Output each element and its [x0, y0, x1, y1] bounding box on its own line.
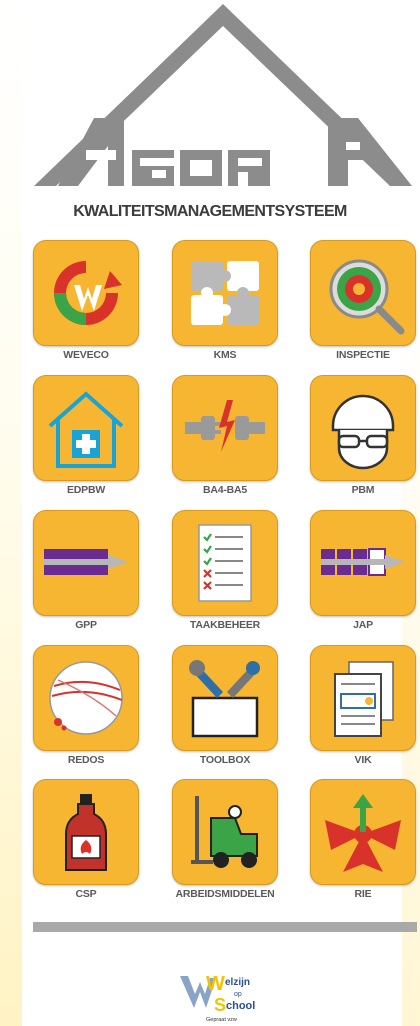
svg-text:S: S — [214, 995, 226, 1015]
system-subtitle: KWALITEITSMANAGEMENTSYSTEEM — [73, 203, 347, 220]
tile-jap[interactable]: JAP — [310, 510, 416, 631]
weveco-icon — [33, 240, 139, 346]
left-gradient-edge — [0, 0, 22, 1026]
chemical-bottle-icon — [33, 779, 139, 885]
tile-vik[interactable]: VIK — [310, 645, 416, 766]
welzijn-op-school-logo: W elzijn op S chool Gepraat vzw — [178, 968, 270, 1024]
tile-label: PBM — [351, 484, 375, 496]
house-medical-icon — [33, 375, 139, 481]
svg-text:Gepraat vzw: Gepraat vzw — [206, 1017, 237, 1023]
tile-redos[interactable]: REDOS — [33, 645, 139, 766]
segmented-arrow-icon — [310, 510, 416, 616]
tile-pbm[interactable]: PBM — [310, 375, 416, 496]
risk-arrows-icon — [310, 779, 416, 885]
tile-label: KMS — [213, 349, 237, 361]
tile-taakbeheer[interactable]: TAAKBEHEER — [172, 510, 278, 631]
tile-arbeidsmiddelen[interactable]: ARBEIDSMIDDELEN — [172, 779, 278, 900]
progress-arrow-icon — [33, 510, 139, 616]
tools-box-icon — [172, 645, 278, 751]
helmet-goggles-icon — [310, 375, 416, 481]
svg-text:W: W — [206, 973, 225, 995]
svg-text:elzijn: elzijn — [225, 977, 250, 988]
magnifier-target-icon — [310, 240, 416, 346]
agora-logo — [34, 4, 412, 186]
tile-label: CSP — [75, 888, 97, 900]
tile-label: ARBEIDSMIDDELEN — [175, 888, 275, 900]
tile-kms[interactable]: KMS — [172, 240, 278, 361]
tile-label: RIE — [354, 888, 372, 900]
footer-divider — [33, 922, 417, 932]
tile-label: JAP — [353, 619, 373, 631]
tile-label: TOOLBOX — [199, 754, 251, 766]
tile-label: BA4-BA5 — [202, 484, 248, 496]
tile-label: TAAKBEHEER — [189, 619, 261, 631]
tile-ba4-ba5[interactable]: BA4-BA5 — [172, 375, 278, 496]
tile-label: REDOS — [67, 754, 105, 766]
svg-text:op: op — [234, 991, 242, 998]
tile-weveco[interactable]: WEVECO — [33, 240, 139, 361]
tile-csp[interactable]: CSP — [33, 779, 139, 900]
tile-label: WEVECO — [63, 349, 109, 361]
tile-label: EDPBW — [66, 484, 106, 496]
tile-gpp[interactable]: GPP — [33, 510, 139, 631]
tile-toolbox[interactable]: TOOLBOX — [172, 645, 278, 766]
checklist-icon — [172, 510, 278, 616]
forklift-icon — [172, 779, 278, 885]
documents-icon — [310, 645, 416, 751]
tile-rie[interactable]: RIE — [310, 779, 416, 900]
bandaged-ball-icon — [33, 645, 139, 751]
puzzle-icon — [172, 240, 278, 346]
tile-label: VIK — [354, 754, 372, 766]
svg-text:chool: chool — [226, 1000, 255, 1012]
tile-label: INSPECTIE — [336, 349, 390, 361]
tile-inspectie[interactable]: INSPECTIE — [310, 240, 416, 361]
tile-edpbw[interactable]: EDPBW — [33, 375, 139, 496]
electric-plug-icon — [172, 375, 278, 481]
tile-label: GPP — [75, 619, 97, 631]
